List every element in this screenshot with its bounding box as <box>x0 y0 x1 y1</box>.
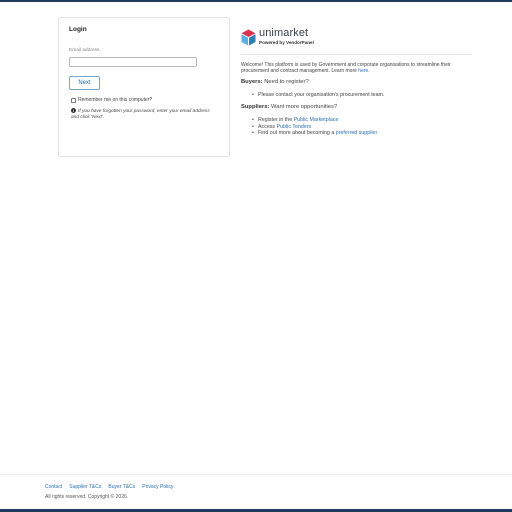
email-field[interactable] <box>69 57 197 67</box>
supplier-item-text: Access <box>258 123 276 130</box>
preferred-supplier-link[interactable]: preferred supplier <box>336 130 378 136</box>
forgot-password-text: If you have forgotten your password, ent… <box>71 109 210 120</box>
welcome-body: Welcome! This platform is used by Govern… <box>241 62 451 74</box>
forgot-password-hint: i If you have forgotten your password, en… <box>71 108 211 121</box>
next-button[interactable]: Next <box>69 76 100 90</box>
suppliers-list: Register in the Public Marketplace Acces… <box>252 117 377 137</box>
public-tenders-link[interactable]: Public Tenders <box>277 124 312 130</box>
list-item: Find out more about becoming a preferred… <box>252 130 377 137</box>
top-accent-bar <box>0 0 512 2</box>
remember-me-label: Remember me on this computer? <box>78 97 153 103</box>
buyers-label: Buyers: <box>241 79 263 85</box>
list-item: Please contact your organisation's procu… <box>252 92 384 98</box>
footer-supplier-terms-link[interactable]: Supplier T&Cs <box>69 484 101 490</box>
supplier-item-text: Register in the <box>258 117 293 123</box>
footer-buyer-terms-link[interactable]: Buyer T&Cs <box>108 484 135 490</box>
suppliers-label: Suppliers: <box>241 104 270 110</box>
welcome-text: Welcome! This platform is used by Govern… <box>241 62 473 74</box>
footer-contact-link[interactable]: Contact <box>45 484 62 490</box>
learn-more-link[interactable]: here. <box>358 68 369 74</box>
buyers-heading: Buyers: Need to register? <box>241 79 309 85</box>
login-title: Login <box>69 26 87 33</box>
public-marketplace-link[interactable]: Public Marketplace <box>294 117 339 123</box>
buyers-list: Please contact your organisation's procu… <box>252 92 384 98</box>
remember-me-checkbox[interactable] <box>71 97 76 103</box>
info-icon: i <box>71 108 76 113</box>
powered-by-text: Powered by VendorPanel <box>259 40 314 45</box>
suppliers-text: Want more opportunities? <box>270 104 338 110</box>
footer-divider <box>0 474 512 475</box>
footer-links: Contact Supplier T&Cs Buyer T&Cs Privacy… <box>45 484 173 490</box>
buyers-item-text: Please contact your organisation's procu… <box>258 92 385 98</box>
remember-me-row[interactable]: Remember me on this computer? <box>71 97 152 103</box>
footer-privacy-policy-link[interactable]: Privacy Policy <box>142 484 173 490</box>
copyright-text: All rights reserved. Copyright © 2026. <box>45 494 129 500</box>
buyers-text: Need to register? <box>264 79 309 85</box>
unimarket-logo[interactable]: unimarket Powered by VendorPanel <box>241 28 314 46</box>
suppliers-heading: Suppliers: Want more opportunities? <box>241 104 337 110</box>
login-panel: Login Email address Next Remember me on … <box>58 17 230 157</box>
cube-logo-icon <box>241 29 256 45</box>
logo-divider <box>241 54 472 55</box>
supplier-item-text: Find out more about becoming a <box>258 130 335 136</box>
brand-name: unimarket <box>259 27 309 39</box>
email-label: Email address <box>69 48 100 53</box>
